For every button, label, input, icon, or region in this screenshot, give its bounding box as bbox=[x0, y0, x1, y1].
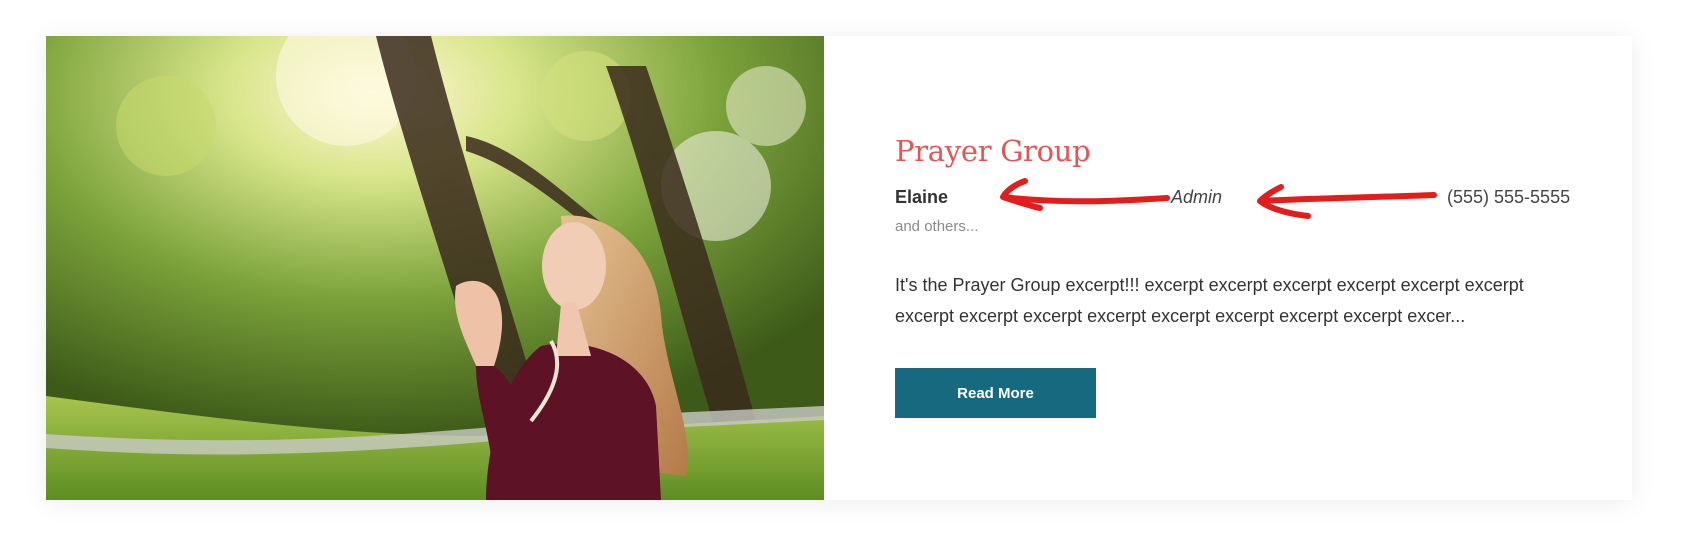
leader-role: Admin bbox=[1171, 187, 1223, 207]
group-photo bbox=[46, 36, 824, 500]
leader-info: Elaine Admin (555) 555-5555 bbox=[895, 187, 1595, 217]
leaders-others-text: and others... bbox=[895, 218, 979, 235]
group-card: Prayer Group Elaine Admin (555) 555-5555… bbox=[46, 36, 1632, 500]
leader-name: Elaine bbox=[895, 187, 949, 207]
group-details: Prayer Group Elaine Admin (555) 555-5555… bbox=[895, 36, 1595, 500]
group-excerpt: It's the Prayer Group excerpt!!! excerpt… bbox=[895, 275, 1524, 326]
read-more-button[interactable]: Read More bbox=[895, 368, 1096, 418]
leader-phone[interactable]: (555) 555-5555 bbox=[1447, 187, 1570, 208]
group-title-link[interactable]: Prayer Group bbox=[895, 134, 1091, 168]
